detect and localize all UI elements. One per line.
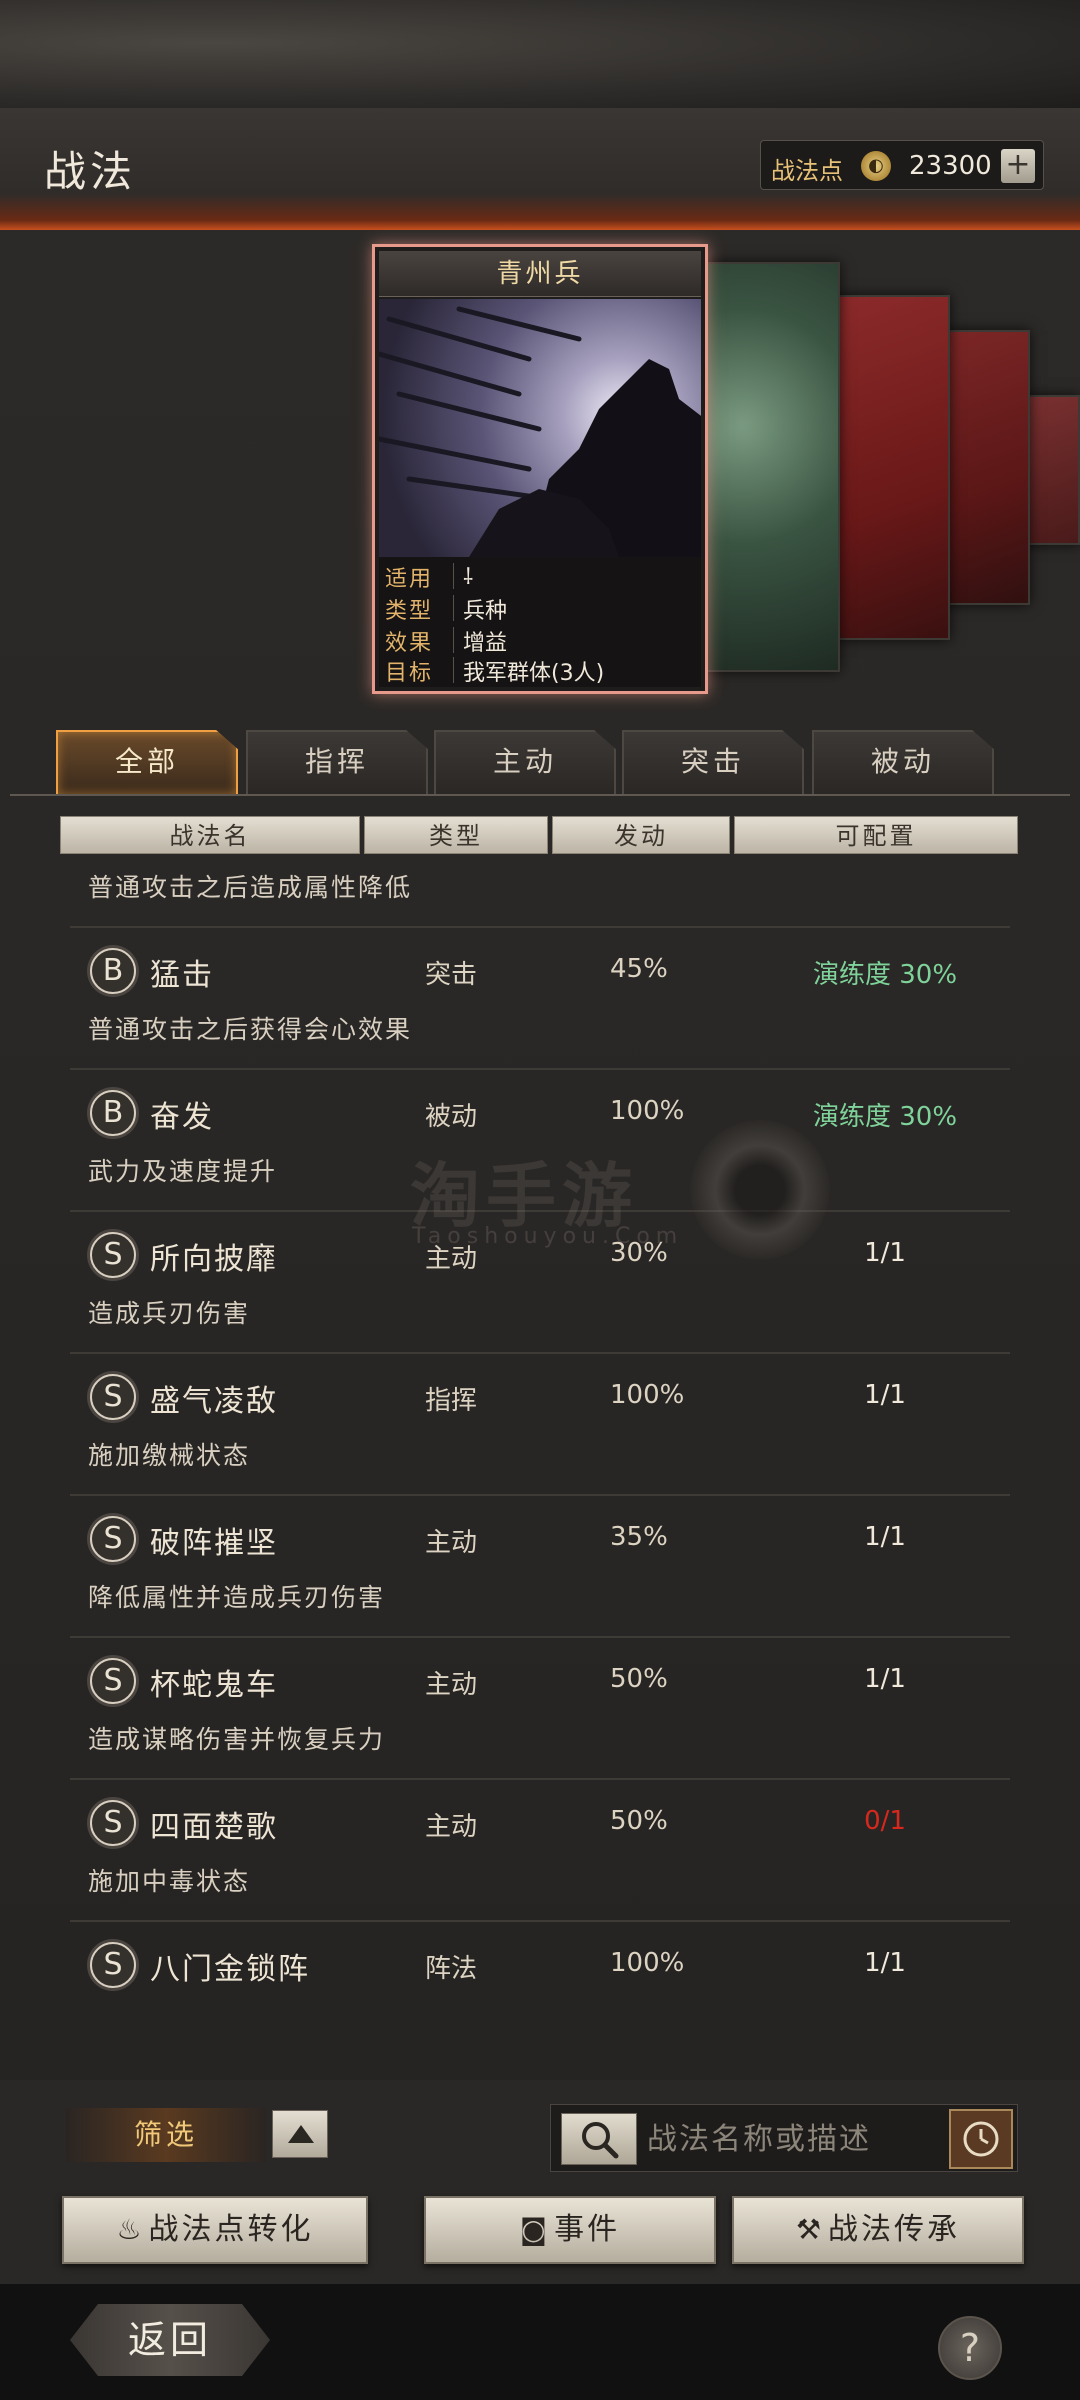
tactic-card-preview[interactable] xyxy=(830,295,950,640)
category-tabs: 全部 指挥 主动 突击 被动 xyxy=(0,730,1080,798)
divider xyxy=(10,794,1070,796)
grade-badge: S xyxy=(90,1516,136,1562)
flame-icon: ♨ xyxy=(116,2213,145,2246)
alert-icon: ◙ xyxy=(519,2213,551,2246)
tactic-name: 所向披靡 xyxy=(150,1242,278,1277)
tactic-name: 盛气凌敌 xyxy=(150,1384,278,1419)
tab-command[interactable]: 指挥 xyxy=(246,730,428,794)
grade-badge: S xyxy=(90,1232,136,1278)
tactic-name: 杯蛇鬼车 xyxy=(150,1668,278,1703)
grade-badge: B xyxy=(90,1090,136,1136)
grade-badge: B xyxy=(90,948,136,994)
selected-tactic-card[interactable]: 青州兵 适用 ⸸ 类型 兵种 效果 增益 目标 我军群体(3人) xyxy=(372,244,708,694)
tactic-name: 八门金锁阵 xyxy=(150,1952,310,1987)
tactic-type: 阵法 xyxy=(425,1954,478,1984)
tactic-type: 主动 xyxy=(425,1812,478,1842)
tactic-desc: 武力及速度提升 xyxy=(88,1157,278,1186)
card-artwork xyxy=(379,299,701,557)
card-name: 青州兵 xyxy=(379,251,701,297)
page-title: 战法 xyxy=(44,147,137,196)
tactic-config: 1/1 xyxy=(864,1380,906,1410)
grade-badge: S xyxy=(90,1942,136,1988)
search-input[interactable] xyxy=(647,2115,937,2163)
tactic-rate: 45% xyxy=(610,954,668,984)
tactic-config: 演练度 30% xyxy=(812,1102,958,1132)
tactic-name: 奋发 xyxy=(150,1100,214,1135)
search-icon[interactable] xyxy=(561,2113,637,2165)
search-bar xyxy=(550,2104,1018,2172)
list-item[interactable]: S 破阵摧坚 主动 35% 1/1 降低属性并造成兵刃伤害 xyxy=(70,1496,1010,1638)
tactic-points-box: 战法点 ◐ 23300 + xyxy=(760,140,1044,190)
tactic-config: 1/1 xyxy=(864,1948,906,1978)
list-item[interactable]: S 盛气凌敌 指挥 100% 1/1 施加缴械状态 xyxy=(70,1354,1010,1496)
list-item[interactable]: S 杯蛇鬼车 主动 50% 1/1 造成谋略伤害并恢复兵力 xyxy=(70,1638,1010,1780)
convert-points-button[interactable]: ♨ 战法点转化 xyxy=(62,2196,368,2264)
tactic-rate: 35% xyxy=(610,1522,668,1552)
tactic-desc: 降低属性并造成兵刃伤害 xyxy=(88,1583,386,1612)
points-value: 23300 xyxy=(909,151,992,181)
watermark-url: Taoshouyou.Com xyxy=(412,1224,684,1249)
column-header-type[interactable]: 类型 xyxy=(364,816,548,854)
list-item[interactable]: S 八门金锁阵 阵法 100% 1/1 xyxy=(70,1922,1010,2060)
sword-icon: ⸸ xyxy=(463,565,474,590)
tactic-desc: 普通攻击之后造成属性降低 xyxy=(88,873,413,902)
filter-toggle-arrow-icon[interactable] xyxy=(272,2110,328,2158)
column-header-name[interactable]: 战法名 xyxy=(60,816,360,854)
coin-icon: ◐ xyxy=(861,151,891,181)
tactic-desc: 施加缴械状态 xyxy=(88,1441,251,1470)
tactic-name: 四面楚歌 xyxy=(150,1810,278,1845)
tactic-list[interactable]: 普通攻击之后造成属性降低 B 猛击 突击 45% 演练度 30% 普通攻击之后获… xyxy=(70,870,1010,2060)
back-button[interactable]: 返回 xyxy=(70,2304,270,2376)
grade-badge: S xyxy=(90,1800,136,1846)
tab-all[interactable]: 全部 xyxy=(56,730,238,794)
events-button[interactable]: ◙ 事件 xyxy=(424,2196,716,2264)
tactic-rate: 50% xyxy=(610,1806,668,1836)
tactic-rate: 100% xyxy=(610,1948,685,1978)
history-clock-icon[interactable] xyxy=(949,2109,1013,2169)
list-item[interactable]: S 四面楚歌 主动 50% 0/1 施加中毒状态 xyxy=(70,1780,1010,1922)
help-icon[interactable]: ? xyxy=(938,2316,1002,2380)
hammer-icon: ⚒ xyxy=(795,2213,825,2246)
tab-passive[interactable]: 被动 xyxy=(812,730,994,794)
add-points-button[interactable]: + xyxy=(1001,149,1035,183)
loading-ring-icon xyxy=(690,1120,830,1260)
list-item[interactable]: 普通攻击之后造成属性降低 xyxy=(70,870,1010,928)
header-bar: 战法 战法点 ◐ 23300 + xyxy=(0,108,1080,230)
points-label: 战法点 xyxy=(771,157,843,185)
tactic-config: 1/1 xyxy=(864,1664,906,1694)
tactic-type: 被动 xyxy=(425,1102,478,1132)
inherit-tactic-button[interactable]: ⚒ 战法传承 xyxy=(732,2196,1024,2264)
tactic-type: 主动 xyxy=(425,1670,478,1700)
tactic-name: 破阵摧坚 xyxy=(150,1526,278,1561)
tab-active[interactable]: 主动 xyxy=(434,730,616,794)
tactic-name: 猛击 xyxy=(150,958,214,993)
column-header-config[interactable]: 可配置 xyxy=(734,816,1018,854)
tactic-type: 突击 xyxy=(425,960,478,990)
tactic-rate: 50% xyxy=(610,1664,668,1694)
tactic-desc: 施加中毒状态 xyxy=(88,1867,251,1896)
tactic-rate: 100% xyxy=(610,1380,685,1410)
tactic-desc: 普通攻击之后获得会心效果 xyxy=(88,1015,413,1044)
tactic-card-preview[interactable] xyxy=(940,330,1030,605)
tactic-card-preview[interactable] xyxy=(700,262,840,672)
tactic-type: 主动 xyxy=(425,1528,478,1558)
filter-button[interactable]: 筛选 xyxy=(66,2108,266,2162)
tactic-rate: 100% xyxy=(610,1096,685,1126)
tab-assault[interactable]: 突击 xyxy=(622,730,804,794)
card-info-panel: 适用 ⸸ 类型 兵种 效果 增益 目标 我军群体(3人) xyxy=(379,557,701,687)
card-carousel[interactable]: 青州兵 适用 ⸸ 类型 兵种 效果 增益 目标 我军群体(3人) xyxy=(0,240,1080,700)
tactic-config: 演练度 30% xyxy=(812,960,958,990)
grade-badge: S xyxy=(90,1374,136,1420)
top-decoration xyxy=(0,0,1080,108)
tactic-desc: 造成兵刃伤害 xyxy=(88,1299,251,1328)
tactic-desc: 造成谋略伤害并恢复兵力 xyxy=(88,1725,386,1754)
column-header-rate[interactable]: 发动 xyxy=(552,816,730,854)
tactic-config: 0/1 xyxy=(864,1806,906,1836)
grade-badge: S xyxy=(90,1658,136,1704)
tactic-type: 指挥 xyxy=(425,1386,478,1416)
tactic-config: 1/1 xyxy=(864,1522,906,1552)
footer-bar: 返回 ? xyxy=(0,2284,1080,2400)
list-item[interactable]: B 猛击 突击 45% 演练度 30% 普通攻击之后获得会心效果 xyxy=(70,928,1010,1070)
